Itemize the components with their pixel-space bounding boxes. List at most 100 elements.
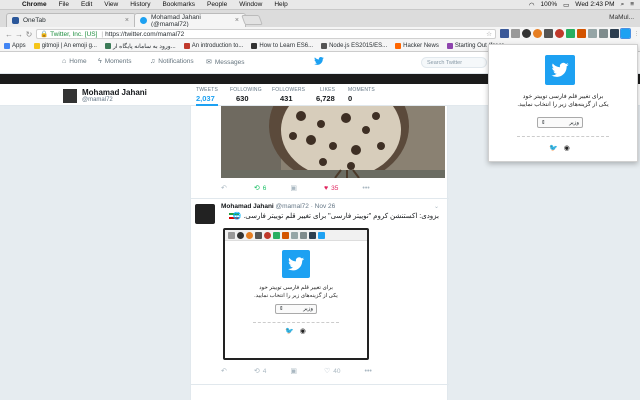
new-tab-button[interactable] — [241, 15, 263, 25]
stat-likes[interactable]: LIKES 6,728 — [316, 87, 335, 103]
tweet-text: بزودی: اکستنشن کروم "توییتر فارسی" برای … — [232, 213, 439, 220]
url-text[interactable]: https://twitter.com/mamal72 — [105, 31, 184, 38]
extension-icon[interactable] — [588, 29, 597, 38]
twitter-link-icon[interactable]: 🐦 — [549, 144, 558, 152]
extension-icon[interactable] — [610, 29, 619, 38]
nav-home[interactable]: ⌂ Home — [62, 58, 87, 65]
extension-icon[interactable] — [566, 29, 575, 38]
envelope-icon: ✉ — [206, 59, 212, 66]
profile-button[interactable]: MaMul... — [609, 14, 634, 21]
more-button[interactable]: ••• — [365, 368, 375, 375]
tweet-avatar[interactable] — [195, 204, 215, 224]
save-button[interactable]: ▣ — [290, 367, 300, 375]
bookmark-item[interactable]: An introduction to... — [180, 43, 248, 49]
menu-file[interactable]: File — [53, 1, 75, 8]
chrome-menu-icon[interactable]: ⋮ — [632, 29, 640, 38]
search-input[interactable]: Search Twitter — [421, 57, 487, 68]
more-button[interactable]: ••• — [362, 185, 372, 192]
extension-icon[interactable] — [544, 29, 553, 38]
retweet-button[interactable]: ⟲ 6 — [253, 184, 267, 193]
wifi-icon[interactable]: ◠ — [529, 1, 535, 9]
stat-moments[interactable]: MOMENTS 0 — [348, 87, 375, 103]
tab-strip: OneTab × Mohamad Jahani (@mamal72) × MaM… — [0, 10, 640, 28]
twitter-logo-icon[interactable] — [545, 55, 575, 85]
nav-notifications[interactable]: ♫ Notifications — [150, 58, 194, 65]
extension-icon — [228, 231, 235, 239]
retweet-button[interactable]: ⟲ 4 — [254, 367, 267, 376]
reply-button[interactable]: ↶ — [221, 184, 230, 192]
forward-icon[interactable]: → — [14, 30, 24, 39]
clock[interactable]: Wed 2:43 PM — [575, 1, 614, 8]
reload-icon[interactable]: ↻ — [24, 30, 34, 39]
close-tab-icon[interactable]: × — [235, 17, 239, 24]
bookmark-item[interactable]: Hacker News — [391, 43, 443, 49]
popup-instruction-line1: برای تغییر قلم فارسی توییتر خود — [522, 94, 604, 100]
menu-people[interactable]: People — [201, 1, 233, 8]
github-link-icon[interactable]: ◉ — [564, 144, 570, 152]
notification-center-icon[interactable]: ≡ — [630, 1, 634, 8]
extension-icon[interactable] — [511, 29, 520, 38]
like-button[interactable]: ♥ 35 — [324, 185, 338, 192]
bookmark-item[interactable]: How to Learn ES6... — [247, 43, 317, 49]
site-identity[interactable]: Twitter, Inc. [US] — [50, 31, 97, 38]
extension-icon[interactable] — [522, 29, 531, 38]
stat-followers[interactable]: FOLLOWERS 431 — [272, 87, 305, 103]
menu-window[interactable]: Window — [233, 1, 268, 8]
back-icon[interactable]: ← — [4, 30, 14, 39]
timeline: ↶ ⟲ 6 ▣ ♥ 35 ••• Mohamad Jahani @mamal72 ·… — [190, 106, 449, 400]
bookmark-favicon-icon — [33, 43, 40, 49]
close-tab-icon[interactable]: × — [125, 17, 129, 24]
extension-icon[interactable] — [500, 29, 509, 38]
menu-chrome[interactable]: Chrome — [16, 1, 53, 8]
spotlight-icon[interactable]: ⌕ — [621, 1, 625, 9]
popup-instruction-line2: یکی از گزینه‌های زیر را انتخاب نمایید. — [517, 102, 609, 108]
retweet-icon: ⟲ — [253, 185, 260, 192]
persian-twitter-extension-icon[interactable] — [620, 28, 631, 39]
extension-icon[interactable] — [577, 29, 586, 38]
reply-icon: ↶ — [221, 185, 227, 192]
menu-help[interactable]: Help — [268, 1, 293, 8]
font-select: ⇕ وزیر — [275, 304, 317, 314]
nav-moments[interactable]: ϟ Moments — [98, 58, 131, 65]
tab-onetab[interactable]: OneTab × — [6, 13, 136, 27]
popup-instruction-line1: برای تغییر قلم فارسی توییتر خود — [259, 285, 333, 291]
menu-view[interactable]: View — [98, 1, 124, 8]
status-area: ◠ 100% ▭ Wed 2:43 PM ⌕ ≡ — [529, 1, 640, 9]
tweet-embedded-screenshot[interactable]: برای تغییر قلم فارسی توییتر خود یکی از گ… — [223, 228, 369, 360]
bookmark-item[interactable]: Node.js ES2015/ES... — [317, 43, 391, 49]
font-select[interactable]: ⇕ وزیر — [537, 117, 583, 128]
tweet-image[interactable] — [221, 106, 445, 178]
extension-icon[interactable] — [555, 29, 564, 38]
menu-edit[interactable]: Edit — [75, 1, 98, 8]
twitter-bird-icon[interactable] — [314, 57, 324, 65]
tweet-separator — [191, 384, 449, 385]
extension-icon — [318, 231, 325, 239]
profile-name[interactable]: Mohamad Jahani — [82, 88, 147, 97]
save-button[interactable]: ▣ — [290, 184, 300, 192]
extension-icon[interactable] — [533, 29, 542, 38]
menu-history[interactable]: History — [124, 1, 156, 8]
stat-following[interactable]: FOLLOWING 630 — [230, 87, 262, 103]
address-bar[interactable]: 🔒 Twitter, Inc. [US] | https://twitter.c… — [36, 29, 496, 39]
stat-tweets[interactable]: TWEETS 2,037 — [196, 87, 219, 106]
popup-instruction-line2: یکی از گزینه‌های زیر را انتخاب نمایید. — [254, 293, 338, 299]
bell-icon: ♫ — [150, 58, 156, 65]
battery-percent[interactable]: 100% — [541, 1, 558, 8]
bookmark-item[interactable]: ورود به سامانه پایگاه ار... — [101, 43, 180, 50]
nav-messages[interactable]: ✉ Messages — [206, 58, 245, 67]
bookmark-apps[interactable]: Apps — [0, 43, 30, 49]
bookmark-item[interactable]: gitmoji | An emoji g... — [30, 43, 101, 49]
menu-bookmarks[interactable]: Bookmarks — [156, 1, 201, 8]
tweet-date[interactable]: · Nov 26 — [311, 203, 336, 210]
extension-icon — [264, 231, 271, 239]
reply-button[interactable]: ↶ — [221, 367, 230, 375]
divider: | — [101, 30, 104, 38]
like-button[interactable]: ♡ 40 — [324, 367, 341, 376]
extension-icon[interactable] — [599, 29, 608, 38]
avatar[interactable] — [62, 88, 78, 104]
battery-icon[interactable]: ▭ — [563, 1, 569, 9]
tweet-author[interactable]: Mohamad Jahani @mamal72 · Nov 26 — [221, 203, 335, 210]
tab-twitter[interactable]: Mohamad Jahani (@mamal72) × — [134, 13, 246, 28]
bookmark-star-icon[interactable]: ☆ — [486, 30, 495, 38]
tweet-menu-icon[interactable]: ⌄ — [434, 203, 439, 210]
